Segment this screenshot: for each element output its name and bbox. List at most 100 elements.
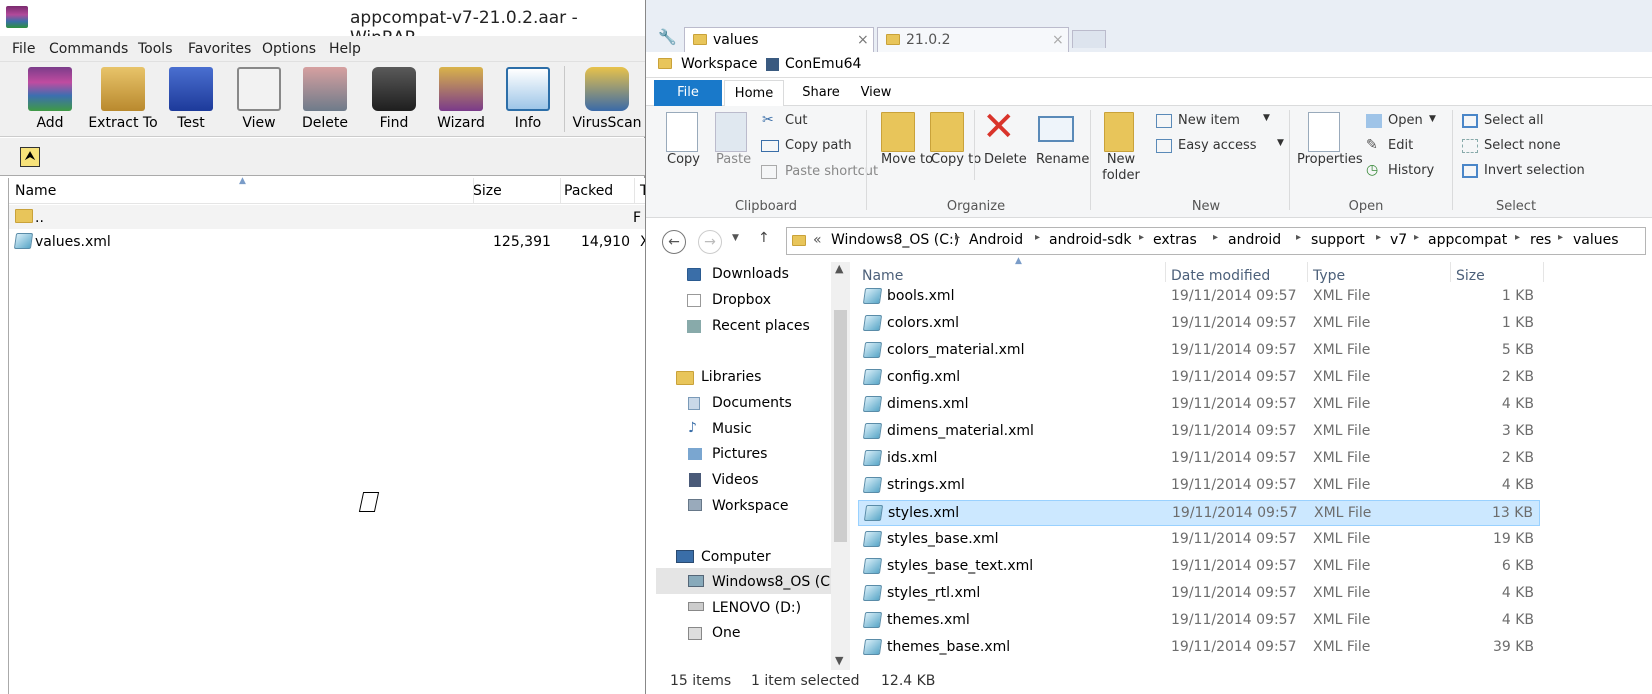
new-folder-button[interactable]: New folder (1101, 152, 1141, 184)
select-none-button[interactable]: Select none (1484, 138, 1561, 153)
table-row[interactable]: dimens_material.xml 19/11/2014 09:57 XML F… (858, 419, 1540, 445)
tab-home[interactable]: Home (724, 80, 784, 107)
find-button[interactable]: Find (369, 62, 419, 137)
col-type[interactable]: Type (1313, 268, 1345, 284)
breadcrumb-c-drive[interactable]: Windows8_OS (C:) (831, 232, 959, 248)
table-row[interactable]: strings.xml 19/11/2014 09:57 XML File 4 KB (858, 473, 1540, 499)
breadcrumb-android[interactable]: Android (969, 232, 1023, 248)
tab-view[interactable]: View (852, 80, 900, 106)
table-row[interactable]: colors_material.xml 19/11/2014 09:57 XML F… (858, 338, 1540, 364)
up-button[interactable]: ↑ (758, 230, 770, 246)
breadcrumb-appcompat[interactable]: appcompat (1428, 232, 1507, 248)
col-size[interactable]: Size (473, 183, 502, 199)
easy-access-button[interactable]: Easy access (1178, 138, 1257, 153)
open-button[interactable]: Open (1388, 113, 1423, 128)
tab-values[interactable]: values × (684, 27, 874, 53)
breadcrumb-extras[interactable]: extras (1153, 232, 1197, 248)
table-row[interactable]: styles_base_text.xml 19/11/2014 09:57 XML … (858, 554, 1540, 580)
tab-file[interactable]: File (654, 80, 722, 106)
nav-c-drive[interactable]: Windows8_OS (C: (712, 574, 835, 590)
table-row[interactable]: themes.xml 19/11/2014 09:57 XML File 4 KB (858, 608, 1540, 634)
add-button[interactable]: Add (22, 62, 78, 137)
view-button[interactable]: View (234, 62, 284, 137)
menu-options[interactable]: Options (262, 41, 316, 57)
table-row[interactable]: bools.xml 19/11/2014 09:57 XML File 1 KB (858, 284, 1540, 310)
nav-recent-places[interactable]: Recent places (712, 318, 810, 334)
nav-libraries[interactable]: Libraries (701, 369, 761, 385)
fav-workspace[interactable]: Workspace (681, 56, 758, 72)
table-row[interactable]: themes_base.xml 19/11/2014 09:57 XML File 3… (858, 635, 1540, 661)
navigation-scrollbar[interactable]: ▲ ▼ (831, 262, 850, 670)
extract-to-button[interactable]: Extract To (84, 62, 162, 137)
select-all-button[interactable]: Select all (1484, 113, 1543, 128)
recent-locations-icon[interactable]: ▼ (732, 233, 739, 243)
close-icon[interactable]: × (857, 32, 869, 48)
tab-21-0-2[interactable]: 21.0.2 × (877, 27, 1069, 53)
table-row[interactable]: values.xml 125,391 14,910 X (9, 229, 650, 253)
breadcrumb-support[interactable]: support (1311, 232, 1365, 248)
invert-selection-button[interactable]: Invert selection (1484, 163, 1585, 178)
wizard-button[interactable]: Wizard (433, 62, 489, 137)
breadcrumb-overflow[interactable]: « (813, 232, 822, 248)
menu-tools[interactable]: Tools (138, 41, 173, 57)
breadcrumb-values[interactable]: values (1573, 232, 1619, 248)
col-name[interactable]: Name (15, 183, 56, 199)
close-icon[interactable]: × (1052, 32, 1064, 48)
edit-button[interactable]: Edit (1388, 138, 1413, 153)
delete-button[interactable]: Delete (298, 62, 352, 137)
wrench-icon[interactable]: 🔧 (658, 28, 677, 46)
menu-file[interactable]: File (12, 41, 35, 57)
info-button[interactable]: Info (503, 62, 553, 137)
table-row[interactable]: config.xml 19/11/2014 09:57 XML File 2 KB (858, 365, 1540, 391)
breadcrumb-v7[interactable]: v7 (1390, 232, 1407, 248)
test-button[interactable]: Test (166, 62, 216, 137)
nav-documents[interactable]: Documents (712, 395, 792, 411)
cut-button[interactable]: Cut (785, 113, 807, 128)
properties-button[interactable]: Properties (1297, 152, 1363, 167)
back-button[interactable]: ← (662, 230, 686, 254)
breadcrumb-res[interactable]: res (1530, 232, 1551, 248)
nav-d-drive[interactable]: LENOVO (D:) (712, 600, 801, 616)
rename-button[interactable]: Rename (1036, 152, 1089, 167)
paste-shortcut-button[interactable]: Paste shortcut (785, 164, 878, 179)
nav-one[interactable]: One (712, 625, 741, 641)
move-to-button[interactable]: Move to (881, 152, 933, 168)
scroll-down-icon[interactable]: ▼ (835, 654, 843, 667)
table-row[interactable]: .. F (9, 205, 646, 229)
virusscan-button[interactable]: VirusScan (572, 62, 642, 137)
up-folder-icon[interactable]: ⮝ (20, 147, 40, 167)
table-row[interactable]: styles_base.xml 19/11/2014 09:57 XML File 1… (858, 527, 1540, 553)
delete-button[interactable]: Delete (984, 152, 1027, 167)
tab-share[interactable]: Share (796, 80, 846, 106)
copy-button[interactable]: Copy (667, 152, 700, 167)
nav-computer[interactable]: Computer (701, 549, 771, 565)
nav-videos[interactable]: Videos (712, 472, 759, 488)
col-packed[interactable]: Packed (564, 183, 613, 199)
table-row[interactable]: dimens.xml 19/11/2014 09:57 XML File 4 KB (858, 392, 1540, 418)
address-bar[interactable]: « Windows8_OS (C:) ▸ Android ▸ android-s… (786, 227, 1646, 255)
table-row[interactable]: styles_rtl.xml 19/11/2014 09:57 XML File 4 … (858, 581, 1540, 607)
table-row[interactable]: colors.xml 19/11/2014 09:57 XML File 1 KB (858, 311, 1540, 337)
table-row[interactable]: styles.xml 19/11/2014 09:57 XML File 13 KB (858, 500, 1540, 526)
nav-downloads[interactable]: Downloads (712, 266, 789, 282)
col-size[interactable]: Size (1456, 268, 1485, 284)
new-item-button[interactable]: New item (1178, 113, 1240, 128)
nav-workspace[interactable]: Workspace (712, 498, 789, 514)
menu-favorites[interactable]: Favorites (188, 41, 251, 57)
table-row[interactable]: ids.xml 19/11/2014 09:57 XML File 2 KB (858, 446, 1540, 472)
col-name[interactable]: Name (862, 268, 903, 284)
breadcrumb-android-sdk[interactable]: android-sdk (1049, 232, 1131, 248)
breadcrumb-android-2[interactable]: android (1228, 232, 1281, 248)
nav-pictures[interactable]: Pictures (712, 446, 767, 462)
nav-music[interactable]: Music (712, 421, 752, 437)
new-tab-button[interactable] (1072, 30, 1106, 48)
scrollbar-thumb[interactable] (834, 310, 847, 542)
menu-help[interactable]: Help (329, 41, 361, 57)
copy-path-button[interactable]: Copy path (785, 138, 852, 153)
menu-commands[interactable]: Commands (49, 41, 128, 57)
fav-conemu[interactable]: ConEmu64 (785, 56, 861, 72)
history-button[interactable]: History (1388, 163, 1434, 178)
paste-button[interactable]: Paste (716, 152, 751, 167)
scroll-up-icon[interactable]: ▲ (835, 262, 843, 275)
forward-button[interactable]: → (698, 230, 722, 254)
